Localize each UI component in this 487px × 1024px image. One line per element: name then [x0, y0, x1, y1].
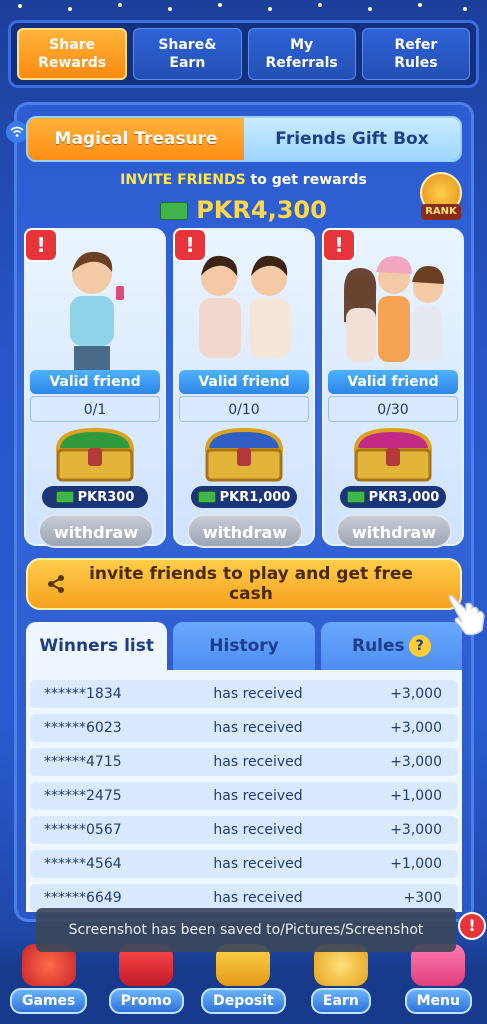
help-icon: ?: [408, 635, 431, 657]
segment-friends-gift-box[interactable]: Friends Gift Box: [244, 118, 460, 160]
list-item: ******0567 has received +3,000: [30, 816, 458, 844]
list-item: ******6023 has received +3,000: [30, 714, 458, 742]
tab-share-earn[interactable]: Share& Earn: [133, 28, 242, 80]
winner-amount: +300: [403, 890, 442, 906]
winners-list[interactable]: ******1834 has received +3,000 ******6023 h…: [26, 670, 462, 912]
withdraw-button[interactable]: withdraw: [336, 514, 452, 548]
nav-games-label: Games: [10, 988, 88, 1014]
reward-value: PKR3,000: [368, 489, 440, 505]
share-icon: [40, 568, 72, 600]
invite-caption: INVITE FRIENDS to get rewards: [0, 172, 487, 188]
friend-progress: 0/1: [30, 396, 160, 422]
alert-icon: !: [322, 228, 356, 262]
rank-button[interactable]: RANK: [418, 172, 464, 222]
nav-games[interactable]: Games: [5, 944, 93, 1024]
top-tab-bar: Share Rewards Share& Earn My Referrals R…: [8, 20, 479, 88]
winner-amount: +3,000: [390, 686, 442, 702]
alert-icon: !: [173, 228, 207, 262]
winner-status: has received: [213, 822, 303, 838]
winner-id: ******1834: [44, 686, 122, 702]
blue-chest-icon: [204, 427, 284, 482]
winner-amount: +3,000: [390, 720, 442, 736]
tab-winners-list[interactable]: Winners list: [26, 622, 168, 670]
winner-status: has received: [213, 856, 303, 872]
nav-earn-label: Earn: [310, 988, 371, 1014]
winner-id: ******4564: [44, 856, 122, 872]
tab-share-rewards[interactable]: Share Rewards: [17, 28, 128, 80]
nav-promo-label: Promo: [108, 988, 184, 1014]
cash-icon: [197, 491, 216, 503]
nav-menu-label: Menu: [404, 988, 472, 1014]
alert-icon: !: [24, 228, 58, 262]
valid-friend-label: Valid friend: [328, 370, 458, 394]
reward-cards: ! Valid friend 0/1 PKR300 withdraw ! Val…: [24, 228, 464, 548]
cash-icon: [160, 202, 189, 220]
rules-label: Rules: [351, 636, 405, 656]
tab-refer-rules[interactable]: Refer Rules: [361, 28, 470, 80]
winner-id: ******2475: [44, 788, 122, 804]
winner-amount: +3,000: [390, 754, 442, 770]
rank-label: RANK: [421, 204, 461, 220]
valid-friend-label: Valid friend: [30, 370, 160, 394]
nav-deposit-label: Deposit: [201, 988, 286, 1014]
winner-status: has received: [213, 754, 303, 770]
list-item: ******2475 has received +1,000: [30, 782, 458, 810]
pink-chest-icon: [353, 427, 433, 482]
list-item: ******4715 has received +3,000: [30, 748, 458, 776]
reward-amount: PKR1,000: [191, 486, 297, 508]
mode-segment: Magical Treasure Friends Gift Box: [26, 116, 462, 162]
total-amount: PKR4,300: [196, 196, 327, 224]
cash-icon: [346, 491, 365, 503]
wifi-icon: [6, 121, 28, 143]
tab-history[interactable]: History: [173, 622, 315, 670]
nav-earn[interactable]: Earn: [297, 944, 385, 1024]
nav-deposit[interactable]: Deposit: [199, 944, 287, 1024]
segment-magical-treasure[interactable]: Magical Treasure: [28, 118, 244, 160]
reward-card-3: ! Valid friend 0/30 PKR3,000 withdraw: [322, 228, 464, 548]
winner-status: has received: [213, 788, 303, 804]
winner-id: ******6649: [44, 890, 122, 906]
winner-status: has received: [213, 720, 303, 736]
winner-amount: +1,000: [390, 856, 442, 872]
tab-my-referrals[interactable]: My Referrals: [247, 28, 356, 80]
winner-status: has received: [213, 890, 303, 906]
invite-highlight: INVITE FRIENDS: [120, 172, 246, 188]
winner-status: has received: [213, 686, 303, 702]
valid-friend-label: Valid friend: [179, 370, 309, 394]
invite-friends-button[interactable]: invite friends to play and get free cash: [26, 558, 462, 610]
nav-promo[interactable]: Promo: [102, 944, 190, 1024]
reward-value: PKR300: [77, 489, 135, 505]
withdraw-button[interactable]: withdraw: [38, 514, 154, 548]
invite-rest: to get rewards: [245, 172, 367, 188]
winner-id: ******4715: [44, 754, 122, 770]
string-lights-decoration: [18, 3, 467, 11]
list-item: ******4564 has received +1,000: [30, 850, 458, 878]
total-reward: PKR4,300: [0, 196, 487, 224]
invite-button-label: invite friends to play and get free cash: [89, 564, 413, 604]
list-tabs: Winners list History Rules?: [26, 622, 462, 670]
friend-progress: 0/30: [328, 396, 458, 422]
list-item: ******1834 has received +3,000: [30, 680, 458, 708]
winner-amount: +1,000: [390, 788, 442, 804]
winner-id: ******6023: [44, 720, 122, 736]
winner-id: ******0567: [44, 822, 122, 838]
withdraw-button[interactable]: withdraw: [187, 514, 303, 548]
reward-amount: PKR300: [42, 486, 148, 508]
winner-amount: +3,000: [390, 822, 442, 838]
cash-icon: [55, 491, 74, 503]
green-chest-icon: [55, 427, 135, 482]
alert-icon: !: [458, 912, 486, 940]
screenshot-toast: Screenshot has been saved to/Pictures/Sc…: [36, 908, 456, 952]
reward-amount: PKR3,000: [340, 486, 446, 508]
nav-menu[interactable]: Menu: [394, 944, 482, 1024]
reward-card-2: ! Valid friend 0/10 PKR1,000 withdraw: [173, 228, 315, 548]
tab-rules[interactable]: Rules?: [320, 622, 462, 670]
reward-value: PKR1,000: [219, 489, 291, 505]
friend-progress: 0/10: [179, 396, 309, 422]
reward-card-1: ! Valid friend 0/1 PKR300 withdraw: [24, 228, 166, 548]
